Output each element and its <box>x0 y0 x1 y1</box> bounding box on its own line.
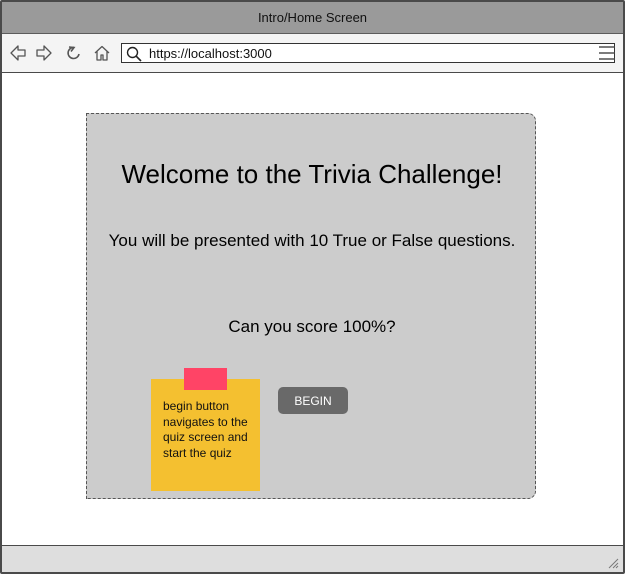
status-bar <box>2 545 623 572</box>
forward-icon[interactable] <box>35 44 53 62</box>
browser-window: Intro/Home Screen https://localhost:3000 <box>0 0 625 574</box>
intro-description: You will be presented with 10 True or Fa… <box>108 231 516 250</box>
resize-grip-icon[interactable] <box>607 557 619 569</box>
browser-toolbar: https://localhost:3000 <box>2 34 623 73</box>
home-icon[interactable] <box>93 44 111 62</box>
intro-card: Welcome to the Trivia Challenge! You wil… <box>86 113 536 499</box>
annotation-sticky-note: begin button navigates to the quiz scree… <box>151 368 260 491</box>
address-bar[interactable]: https://localhost:3000 <box>121 43 615 63</box>
page-title: Welcome to the Trivia Challenge! <box>121 159 503 189</box>
score-question: Can you score 100%? <box>228 317 396 336</box>
url-text: https://localhost:3000 <box>149 46 272 61</box>
menu-icon[interactable] <box>598 45 616 61</box>
reload-icon[interactable] <box>65 44 83 62</box>
sticky-tape <box>184 368 227 390</box>
page-content: Welcome to the Trivia Challenge! You wil… <box>2 73 623 545</box>
title-bar: Intro/Home Screen <box>2 2 623 34</box>
search-icon <box>126 46 142 62</box>
sticky-note-text: begin button navigates to the quiz scree… <box>163 399 248 460</box>
window-title: Intro/Home Screen <box>257 10 368 25</box>
back-icon[interactable] <box>9 44 27 62</box>
begin-button[interactable]: BEGIN <box>278 387 348 414</box>
